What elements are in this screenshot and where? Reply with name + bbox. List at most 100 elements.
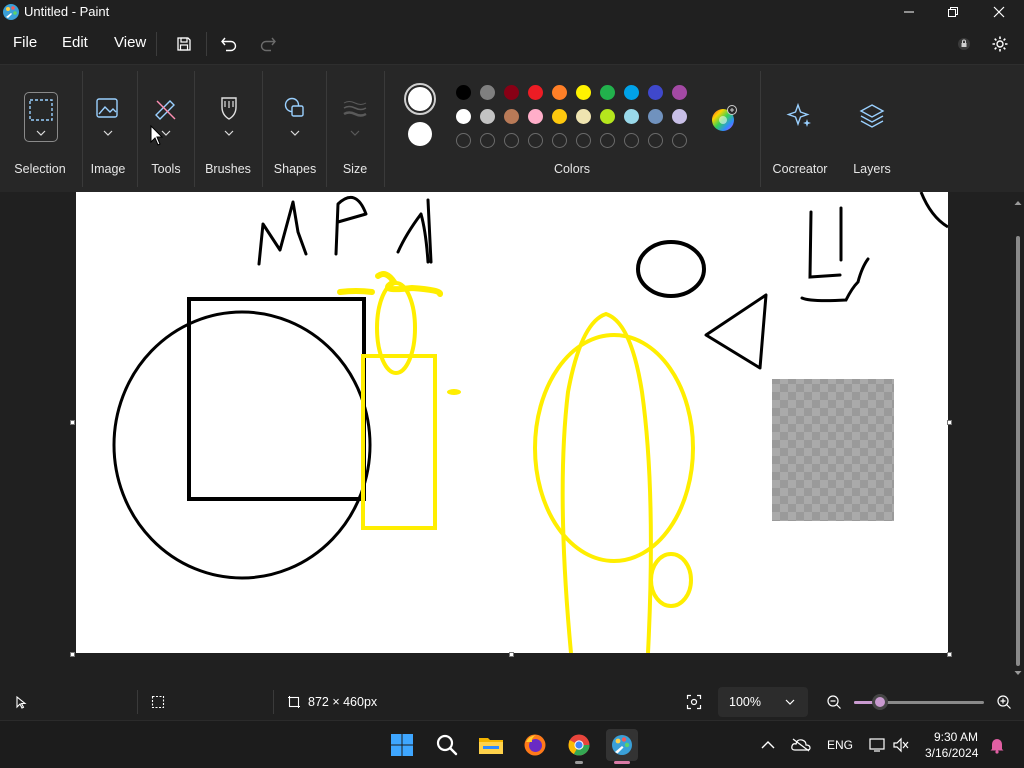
file-explorer-button[interactable]: [475, 729, 507, 761]
chrome-button[interactable]: [563, 729, 595, 764]
custom-color-slot[interactable]: [576, 133, 591, 148]
volume-muted-icon: [893, 737, 909, 753]
color-swatch[interactable]: [480, 109, 495, 124]
custom-color-slot[interactable]: [480, 133, 495, 148]
search-button[interactable]: [431, 729, 463, 761]
secondary-color-swatch: [408, 122, 432, 146]
shapes-icon: [284, 97, 304, 136]
custom-color-slot[interactable]: [624, 133, 639, 148]
layers-button[interactable]: [858, 101, 886, 131]
color-swatch[interactable]: [504, 85, 519, 100]
volume-button[interactable]: [886, 729, 916, 761]
custom-color-slot[interactable]: [504, 133, 519, 148]
menu-view[interactable]: View: [114, 34, 146, 51]
menu-edit[interactable]: Edit: [62, 34, 88, 51]
notifications-button[interactable]: [982, 729, 1012, 761]
minimize-button[interactable]: [886, 0, 932, 24]
cloud-offline-icon: [791, 738, 811, 752]
shapes-button[interactable]: [280, 95, 310, 141]
color-swatch[interactable]: [528, 85, 543, 100]
custom-color-slot[interactable]: [600, 133, 615, 148]
color-swatch[interactable]: [672, 109, 687, 124]
close-button[interactable]: [976, 0, 1022, 24]
firefox-button[interactable]: [519, 729, 551, 761]
zoom-in-button[interactable]: [994, 692, 1014, 712]
color-swatch[interactable]: [528, 109, 543, 124]
layers-icon: [859, 104, 885, 128]
resize-handle[interactable]: [70, 420, 75, 425]
cocreator-button[interactable]: [786, 101, 814, 131]
save-button[interactable]: [170, 30, 198, 58]
group-label-tools: Tools: [151, 162, 181, 176]
undo-button[interactable]: [215, 30, 243, 58]
vertical-scrollbar[interactable]: [1014, 200, 1022, 676]
color-swatch[interactable]: [504, 109, 519, 124]
color-swatch[interactable]: [600, 85, 615, 100]
drawn-square: [187, 297, 366, 501]
resize-handle[interactable]: [947, 420, 952, 425]
secondary-color-button[interactable]: [407, 121, 433, 147]
zoom-slider-thumb[interactable]: [871, 694, 888, 710]
group-label-image: Image: [90, 162, 126, 176]
resize-handle[interactable]: [509, 652, 514, 657]
drawn-triangle: [704, 293, 768, 370]
gear-icon: [992, 36, 1008, 52]
handwritten-stroke: [800, 257, 870, 303]
color-swatch[interactable]: [552, 85, 567, 100]
language-indicator[interactable]: ENG: [827, 738, 853, 752]
edit-colors-button[interactable]: [710, 105, 738, 133]
save-icon: [177, 37, 191, 51]
color-swatch[interactable]: [600, 109, 615, 124]
clock-date[interactable]: 3/16/2024: [925, 746, 978, 760]
onedrive-button[interactable]: [786, 729, 816, 761]
group-label-cocreator: Cocreator: [772, 162, 828, 176]
zoom-value: 100%: [729, 695, 761, 709]
color-swatch[interactable]: [624, 109, 639, 124]
yellow-ellipse: [649, 552, 693, 608]
ribbon-divider: [760, 71, 761, 187]
resize-handle[interactable]: [947, 652, 952, 657]
group-label-shapes: Shapes: [273, 162, 317, 176]
menu-divider: [206, 32, 207, 56]
selection-tool-button[interactable]: [24, 92, 58, 142]
zoom-slider[interactable]: [854, 694, 984, 710]
image-tool-button[interactable]: [93, 95, 123, 141]
firefox-icon: [524, 734, 546, 756]
color-swatch[interactable]: [672, 85, 687, 100]
color-swatch[interactable]: [480, 85, 495, 100]
transparent-area: [772, 379, 894, 521]
redo-button[interactable]: [254, 30, 282, 58]
yellow-stroke: [337, 288, 375, 295]
drawing-canvas[interactable]: [76, 192, 949, 654]
resize-handle[interactable]: [70, 652, 75, 657]
size-button[interactable]: [340, 95, 370, 141]
menu-file[interactable]: File: [13, 34, 37, 51]
custom-color-slot[interactable]: [648, 133, 663, 148]
show-hidden-icons-button[interactable]: [753, 729, 783, 761]
color-swatch[interactable]: [576, 109, 591, 124]
brushes-button[interactable]: [214, 95, 244, 141]
primary-color-button[interactable]: [404, 83, 436, 115]
account-button[interactable]: [950, 30, 978, 58]
color-swatch[interactable]: [624, 85, 639, 100]
custom-color-slot[interactable]: [456, 133, 471, 148]
color-swatch[interactable]: [576, 85, 591, 100]
yellow-ellipse: [375, 281, 417, 375]
color-swatch[interactable]: [648, 109, 663, 124]
zoom-dropdown[interactable]: 100%: [718, 687, 808, 717]
fit-to-window-button[interactable]: [682, 690, 706, 714]
color-swatch[interactable]: [552, 109, 567, 124]
zoom-out-icon: [827, 695, 841, 709]
start-button[interactable]: [386, 729, 418, 761]
color-swatch[interactable]: [456, 85, 471, 100]
settings-button[interactable]: [986, 30, 1014, 58]
custom-color-slot[interactable]: [672, 133, 687, 148]
paint-taskbar-button[interactable]: [606, 729, 638, 764]
custom-color-slot[interactable]: [552, 133, 567, 148]
zoom-out-button[interactable]: [824, 692, 844, 712]
color-swatch[interactable]: [456, 109, 471, 124]
custom-color-slot[interactable]: [528, 133, 543, 148]
color-swatch[interactable]: [648, 85, 663, 100]
clock-time[interactable]: 9:30 AM: [934, 730, 978, 744]
maximize-button[interactable]: [930, 0, 976, 24]
